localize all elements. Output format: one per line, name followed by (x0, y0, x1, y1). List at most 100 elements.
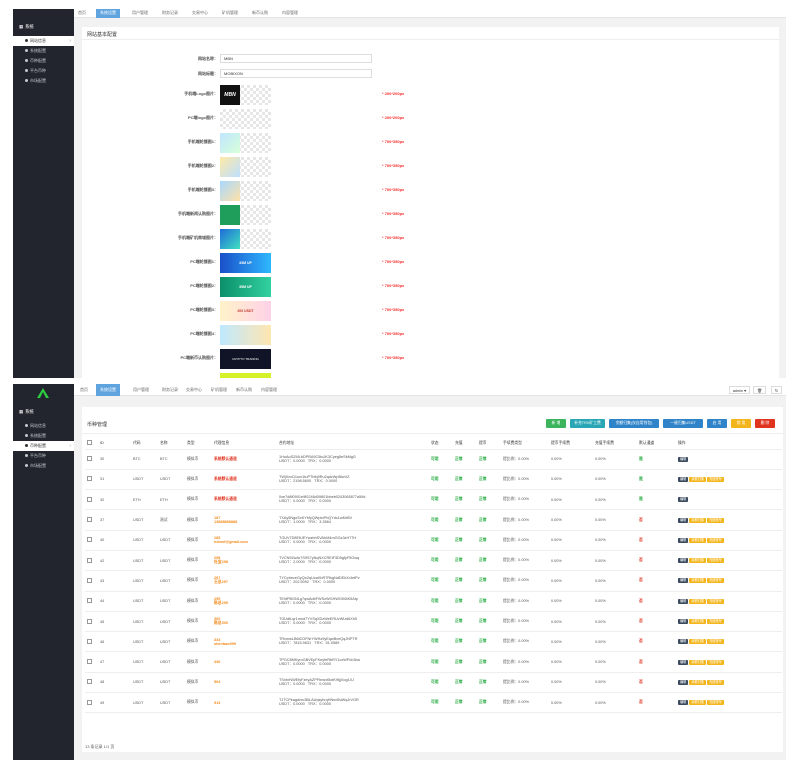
row-action-button[interactable]: 编辑 (678, 598, 689, 604)
row-checkbox[interactable] (87, 598, 92, 604)
sidebar-item-system-config[interactable]: 系统配置 (13, 46, 74, 56)
row-checkbox[interactable] (87, 456, 92, 462)
tab-new-coin[interactable]: 新币认购 (252, 9, 268, 18)
row-action-button[interactable]: 余额归集 (689, 558, 707, 564)
row-action-button[interactable]: 余额归集 (689, 639, 707, 645)
tab-users[interactable]: 用户管理 (133, 384, 149, 396)
row-action-button[interactable]: 充值账号 (707, 537, 724, 543)
site-name-input[interactable]: MBN (220, 54, 372, 63)
tab-miner[interactable]: 矿机管理 (211, 384, 227, 396)
sidebar-item-platform-coin[interactable]: 平台币种 (13, 66, 74, 76)
row-action-button[interactable]: 编辑 (678, 700, 689, 706)
sidebar-item-site-info[interactable]: 网站信息 › (13, 36, 74, 46)
row-action-button[interactable]: 编辑 (678, 679, 689, 685)
sidebar-item-system-config[interactable]: 系统配置 (13, 431, 74, 441)
row-checkbox[interactable] (87, 476, 92, 482)
collect-usdt-button[interactable]: 一键归集USDT (663, 419, 703, 428)
row-action-button[interactable]: 余额归集 (689, 659, 707, 665)
row-checkbox[interactable] (87, 517, 92, 523)
balance-collect-button[interactable]: 余额归集(仅自用钱包) (609, 419, 659, 428)
row-checkbox[interactable] (87, 618, 92, 624)
row-action-button[interactable]: 余额归集 (689, 578, 707, 584)
refresh-icon[interactable]: ↻ (770, 386, 782, 394)
pc-new-coin-image[interactable]: CRYPTO TRADING (220, 349, 271, 369)
row-action-button[interactable]: 编辑 (678, 456, 689, 462)
pc-banner-4-image[interactable] (220, 325, 271, 345)
mobile-subscribe-image[interactable] (220, 205, 271, 225)
admin-user-dropdown[interactable]: admin ▾ (728, 386, 750, 394)
pc-logo-image[interactable] (220, 109, 271, 129)
delete-button[interactable]: 删 除 (755, 419, 775, 428)
row-action-button[interactable]: 编辑 (678, 619, 689, 625)
tab-home[interactable]: 首页 (78, 9, 86, 18)
pc-banner-1-image[interactable]: 33M UP (220, 253, 271, 273)
mobile-banner-2-image[interactable] (220, 157, 271, 177)
row-action-button[interactable]: 充值账号 (707, 639, 724, 645)
row-action-button[interactable]: 余额归集 (689, 700, 707, 706)
row-action-button[interactable]: 编辑 (678, 578, 689, 584)
mobile-banner-3-image[interactable] (220, 181, 271, 201)
row-action-button[interactable]: 编辑 (678, 558, 689, 564)
tab-home[interactable]: 首页 (80, 384, 88, 396)
row-checkbox[interactable] (87, 496, 92, 502)
tab-miner[interactable]: 矿机管理 (222, 9, 238, 18)
sidebar-item-coin-config[interactable]: 币种配置 › (13, 441, 74, 451)
row-checkbox[interactable] (87, 537, 92, 543)
pc-banner-2-image[interactable]: 35M UP (220, 277, 271, 297)
row-action-button[interactable]: 充值账号 (707, 578, 724, 584)
mobile-miner-image[interactable] (220, 229, 271, 249)
tab-system-settings[interactable]: 系统设置 (96, 384, 120, 396)
disable-button[interactable]: 禁 用 (731, 419, 751, 428)
tab-trading[interactable]: 交易中心 (192, 9, 208, 18)
row-action-button[interactable]: 充值账号 (707, 700, 724, 706)
row-checkbox[interactable] (87, 679, 92, 685)
sidebar-item-market-config[interactable]: 市场配置 (13, 461, 74, 471)
row-action-button[interactable]: 编辑 (678, 537, 689, 543)
row-action-button[interactable]: 余额归集 (689, 619, 707, 625)
row-action-button[interactable]: 编辑 (678, 517, 689, 523)
row-action-button[interactable]: 余额归集 (689, 537, 707, 543)
row-checkbox[interactable] (87, 577, 92, 583)
sidebar-item-market-config[interactable]: 市场配置 (13, 76, 74, 86)
supplement-trx-fee-button[interactable]: 补充TRX矿工费 (570, 419, 605, 428)
site-title-input[interactable]: MOBIXON (220, 69, 372, 78)
row-action-button[interactable]: 充值账号 (707, 558, 724, 564)
row-action-button[interactable]: 余额归集 (689, 517, 707, 523)
row-action-button[interactable]: 编辑 (678, 476, 689, 482)
sidebar-section-system[interactable]: ▦ 系统 (19, 409, 34, 415)
sidebar-section-system[interactable]: ▦ 系统 (19, 24, 34, 30)
tab-content[interactable]: 内容管理 (261, 384, 277, 396)
sidebar-item-coin-config[interactable]: 币种配置 (13, 56, 74, 66)
select-all-checkbox[interactable] (87, 440, 92, 446)
tab-trading[interactable]: 交易中心 (186, 384, 202, 396)
row-action-button[interactable]: 充值账号 (707, 598, 724, 604)
sidebar-item-site-info[interactable]: 网站信息 (13, 421, 74, 431)
tab-content[interactable]: 内容管理 (282, 9, 298, 18)
add-button[interactable]: 新 增 (546, 419, 566, 428)
tab-new-coin[interactable]: 新币认购 (236, 384, 252, 396)
col-id[interactable]: ID (98, 438, 131, 450)
mobile-logo-image[interactable]: MBN (220, 85, 271, 105)
row-checkbox[interactable] (87, 699, 92, 705)
row-action-button[interactable]: 编辑 (678, 639, 689, 645)
row-action-button[interactable]: 余额归集 (689, 598, 707, 604)
sidebar-item-platform-coin[interactable]: 平台币种 (13, 451, 74, 461)
row-action-button[interactable]: 充值账号 (707, 517, 724, 523)
tab-finance[interactable]: 财务记录 (162, 384, 178, 396)
row-checkbox[interactable] (87, 659, 92, 665)
row-action-button[interactable]: 余额归集 (689, 679, 707, 685)
row-checkbox[interactable] (87, 557, 92, 563)
row-action-button[interactable]: 充值账号 (707, 679, 724, 685)
row-action-button[interactable]: 充值账号 (707, 659, 724, 665)
tab-users[interactable]: 用户管理 (132, 9, 148, 18)
tab-finance[interactable]: 财务记录 (162, 9, 178, 18)
row-checkbox[interactable] (87, 638, 92, 644)
row-action-button[interactable]: 充值账号 (707, 619, 724, 625)
pc-banner-3-image[interactable]: 200 USDT (220, 301, 271, 321)
tab-system-settings[interactable]: 系统设置 (96, 9, 120, 18)
row-action-button[interactable]: 余额归集 (689, 476, 707, 482)
row-action-button[interactable]: 编辑 (678, 497, 689, 503)
row-action-button[interactable]: 充值账号 (707, 476, 724, 482)
mobile-banner-1-image[interactable] (220, 133, 271, 153)
enable-button[interactable]: 启 用 (707, 419, 727, 428)
